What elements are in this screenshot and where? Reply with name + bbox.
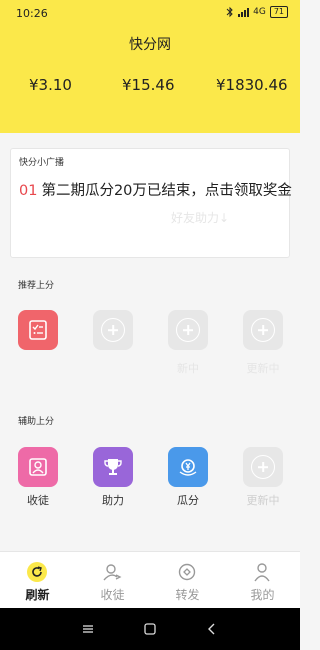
apprentice-label: 收徒 <box>27 494 49 507</box>
broadcast-message: 第二期瓜分20万已结束，点击领取奖金 <box>41 183 292 199</box>
plus-icon <box>251 318 275 342</box>
recommend-tile-2[interactable] <box>93 310 133 350</box>
nav-apprentice[interactable]: 收徒 <box>75 552 150 609</box>
recommend-section-label: 推荐上分 <box>18 281 55 291</box>
apprentice-icon <box>29 458 47 476</box>
status-bar: 10:26 4G 71 <box>0 0 300 26</box>
add-person-icon <box>103 564 122 581</box>
system-nav-bar <box>0 608 300 650</box>
recommend-tile-3[interactable] <box>168 310 208 350</box>
nav-share[interactable]: 转发 <box>150 552 225 609</box>
plus-icon <box>251 455 275 479</box>
page-title: 快分网 <box>129 37 171 53</box>
trophy-icon <box>104 459 122 475</box>
broadcast-faint-text: 好友助力↓ <box>171 211 230 225</box>
nav-apprentice-label: 收徒 <box>100 588 125 602</box>
plus-icon <box>176 318 200 342</box>
recommend-label-3: 新中 <box>177 362 199 375</box>
broadcast-card[interactable]: 快分小广播 01 第二期瓜分20万已结束，点击领取奖金 好友助力↓ <box>10 148 292 258</box>
assist-grid: 收徒 助力 瓜分 更新中 <box>0 447 300 517</box>
assist-tile-4[interactable] <box>243 447 283 487</box>
broadcast-message-row[interactable]: 01 第二期瓜分20万已结束，点击领取奖金 <box>19 179 292 200</box>
plus-icon <box>101 318 125 342</box>
profile-icon <box>254 563 270 582</box>
broadcast-title: 快分小广播 <box>19 158 65 168</box>
network-type: 4G <box>253 7 266 17</box>
nav-share-label: 转发 <box>175 588 200 602</box>
recommend-label-4: 更新中 <box>246 362 280 375</box>
signal-icon <box>238 7 250 17</box>
task-list-icon <box>29 320 47 340</box>
status-time: 10:26 <box>16 7 48 20</box>
recommend-grid: 新中 更新中 <box>0 310 300 380</box>
bottom-nav: 刷新 收徒 转发 我的 <box>0 551 300 608</box>
back-icon[interactable] <box>204 621 220 637</box>
nav-refresh-label: 刷新 <box>25 588 50 602</box>
menu-icon[interactable] <box>80 621 96 637</box>
boost-label: 助力 <box>102 494 124 507</box>
apprentice-tile[interactable] <box>18 447 58 487</box>
bluetooth-icon <box>226 6 233 18</box>
split-label: 瓜分 <box>177 494 199 507</box>
broadcast-index: 01 <box>19 183 38 199</box>
nav-profile[interactable]: 我的 <box>225 552 300 609</box>
redaction-scribble-edge <box>0 122 300 133</box>
assist-label-4: 更新中 <box>246 494 280 507</box>
share-icon <box>178 563 196 581</box>
nav-refresh[interactable]: 刷新 <box>0 552 75 609</box>
recommend-tile-4[interactable] <box>243 310 283 350</box>
refresh-icon <box>27 562 47 582</box>
assist-section-label: 辅助上分 <box>18 417 55 427</box>
split-tile[interactable] <box>168 447 208 487</box>
home-icon[interactable] <box>142 621 158 637</box>
assist-boost-tile[interactable] <box>93 447 133 487</box>
battery-icon: 71 <box>269 6 288 18</box>
coin-split-icon <box>179 459 197 476</box>
header: 10:26 4G 71 快分网 ¥3.10 ¥15.46 ¥1830.46 <box>0 0 300 133</box>
recommend-task-tile[interactable] <box>18 310 58 350</box>
nav-profile-label: 我的 <box>250 588 275 602</box>
